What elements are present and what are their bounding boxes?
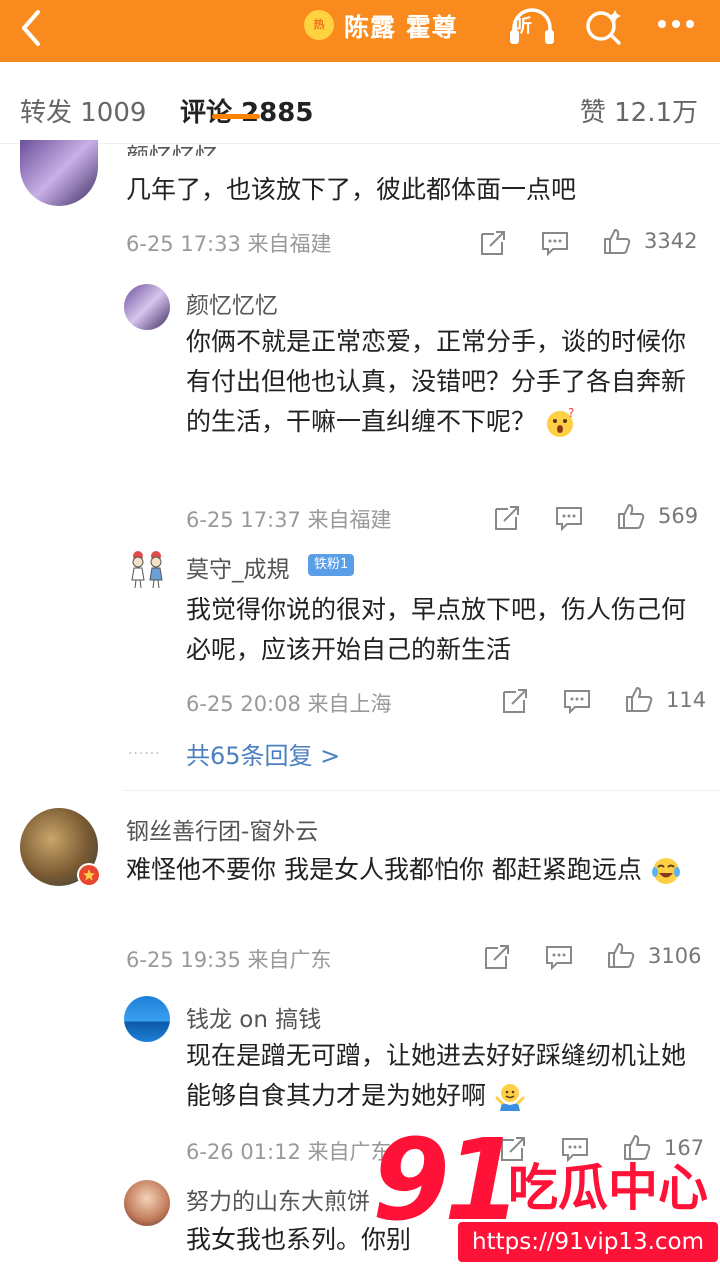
- reply-meta: 6-25 17:37 来自福建: [186, 508, 392, 532]
- listen-label[interactable]: 听: [514, 12, 532, 38]
- more-replies-link[interactable]: 共65条回复 >: [186, 736, 340, 771]
- share-icon[interactable]: [478, 228, 508, 258]
- fan-badge: 铁粉1: [308, 554, 355, 576]
- surprised-face-emoji-icon: ?: [546, 407, 574, 437]
- tab-comment[interactable]: 评论 2885: [180, 92, 313, 129]
- reply-text: 现在是蹭无可蹭，让她进去好好踩缝纫机让她能够自食其力才是为她好啊: [186, 1036, 696, 1116]
- reply-author-name[interactable]: 莫守_成規: [186, 550, 290, 584]
- tab-likes[interactable]: 赞 12.1万: [580, 92, 698, 129]
- reply-author-name[interactable]: 颜忆忆忆: [186, 286, 278, 320]
- avatar[interactable]: [124, 1180, 170, 1226]
- site-watermark: 91 吃瓜中心 https://91vip13.com: [372, 1116, 719, 1270]
- comment-author-name[interactable]: 颜忆忆忆: [126, 134, 218, 156]
- avatar[interactable]: [20, 140, 98, 206]
- svg-text:?: ?: [568, 407, 574, 420]
- more-options-icon[interactable]: [652, 8, 700, 40]
- reply-author-name[interactable]: 努力的山东大煎饼: [186, 1182, 370, 1216]
- comment-meta: 6-25 17:33 来自福建: [126, 232, 332, 256]
- comment-text: 几年了，也该放下了，彼此都体面一点吧: [126, 175, 577, 204]
- divider: [124, 790, 720, 791]
- search-icon[interactable]: [582, 4, 626, 48]
- comment-author-name[interactable]: 钢丝善行团-窗外云: [126, 812, 318, 846]
- reply-icon[interactable]: [544, 942, 574, 972]
- verified-badge-icon: [77, 863, 101, 887]
- avatar[interactable]: [124, 996, 170, 1042]
- top-bar: 热 陈露 霍尊 听: [0, 0, 720, 62]
- reply-icon[interactable]: [540, 228, 570, 258]
- reply-meta: 6-26 01:12 来自广东: [186, 1140, 392, 1164]
- reply-meta: 6-25 20:08 来自上海: [186, 692, 392, 716]
- laughing-crying-emoji-icon: [651, 858, 680, 884]
- like-icon[interactable]: [602, 226, 632, 256]
- like-icon[interactable]: [616, 501, 646, 531]
- shrug-emoji-icon: [495, 1084, 525, 1111]
- share-icon[interactable]: [492, 503, 522, 533]
- share-icon[interactable]: [482, 942, 512, 972]
- topic-title: 陈露 霍尊: [344, 13, 458, 42]
- reply-text: 我觉得你说的很对，早点放下吧，伤人伤己何必呢，应该开始自己的新生活: [186, 595, 687, 664]
- comment-text: 难怪他不要你 我是女人我都怕你 都赶紧跑远点: [126, 850, 706, 890]
- tab-repost[interactable]: 转发 1009: [20, 92, 146, 129]
- like-count: 3342: [644, 229, 698, 253]
- reply-icon[interactable]: [562, 686, 592, 716]
- avatar[interactable]: [124, 284, 170, 330]
- reply-icon[interactable]: [554, 503, 584, 533]
- thread-dots: ······: [128, 746, 161, 762]
- share-icon[interactable]: [500, 686, 530, 716]
- like-icon[interactable]: [624, 684, 654, 714]
- like-count: 3106: [648, 944, 702, 968]
- active-tab-indicator: [212, 114, 260, 119]
- watermark-url: https://91vip13.com: [458, 1222, 719, 1262]
- like-icon[interactable]: [606, 940, 636, 970]
- tab-bar: 转发 1009 评论 2885 赞 12.1万: [0, 66, 720, 144]
- avatar[interactable]: [124, 546, 170, 592]
- comment-meta: 6-25 19:35 来自广东: [126, 948, 332, 972]
- hot-topic-icon: 热: [304, 10, 334, 40]
- reply-text: 你俩不就是正常恋爱，正常分手，谈的时候你有付出但他也认真，没错吧？分手了各自奔新…: [186, 322, 706, 442]
- reply-author-name[interactable]: 钱龙 on 搞钱: [186, 1000, 321, 1034]
- like-count: 569: [658, 504, 699, 528]
- back-arrow-icon[interactable]: [8, 4, 56, 52]
- watermark-brand: 吃瓜中心: [508, 1159, 708, 1217]
- like-count: 114: [666, 688, 707, 712]
